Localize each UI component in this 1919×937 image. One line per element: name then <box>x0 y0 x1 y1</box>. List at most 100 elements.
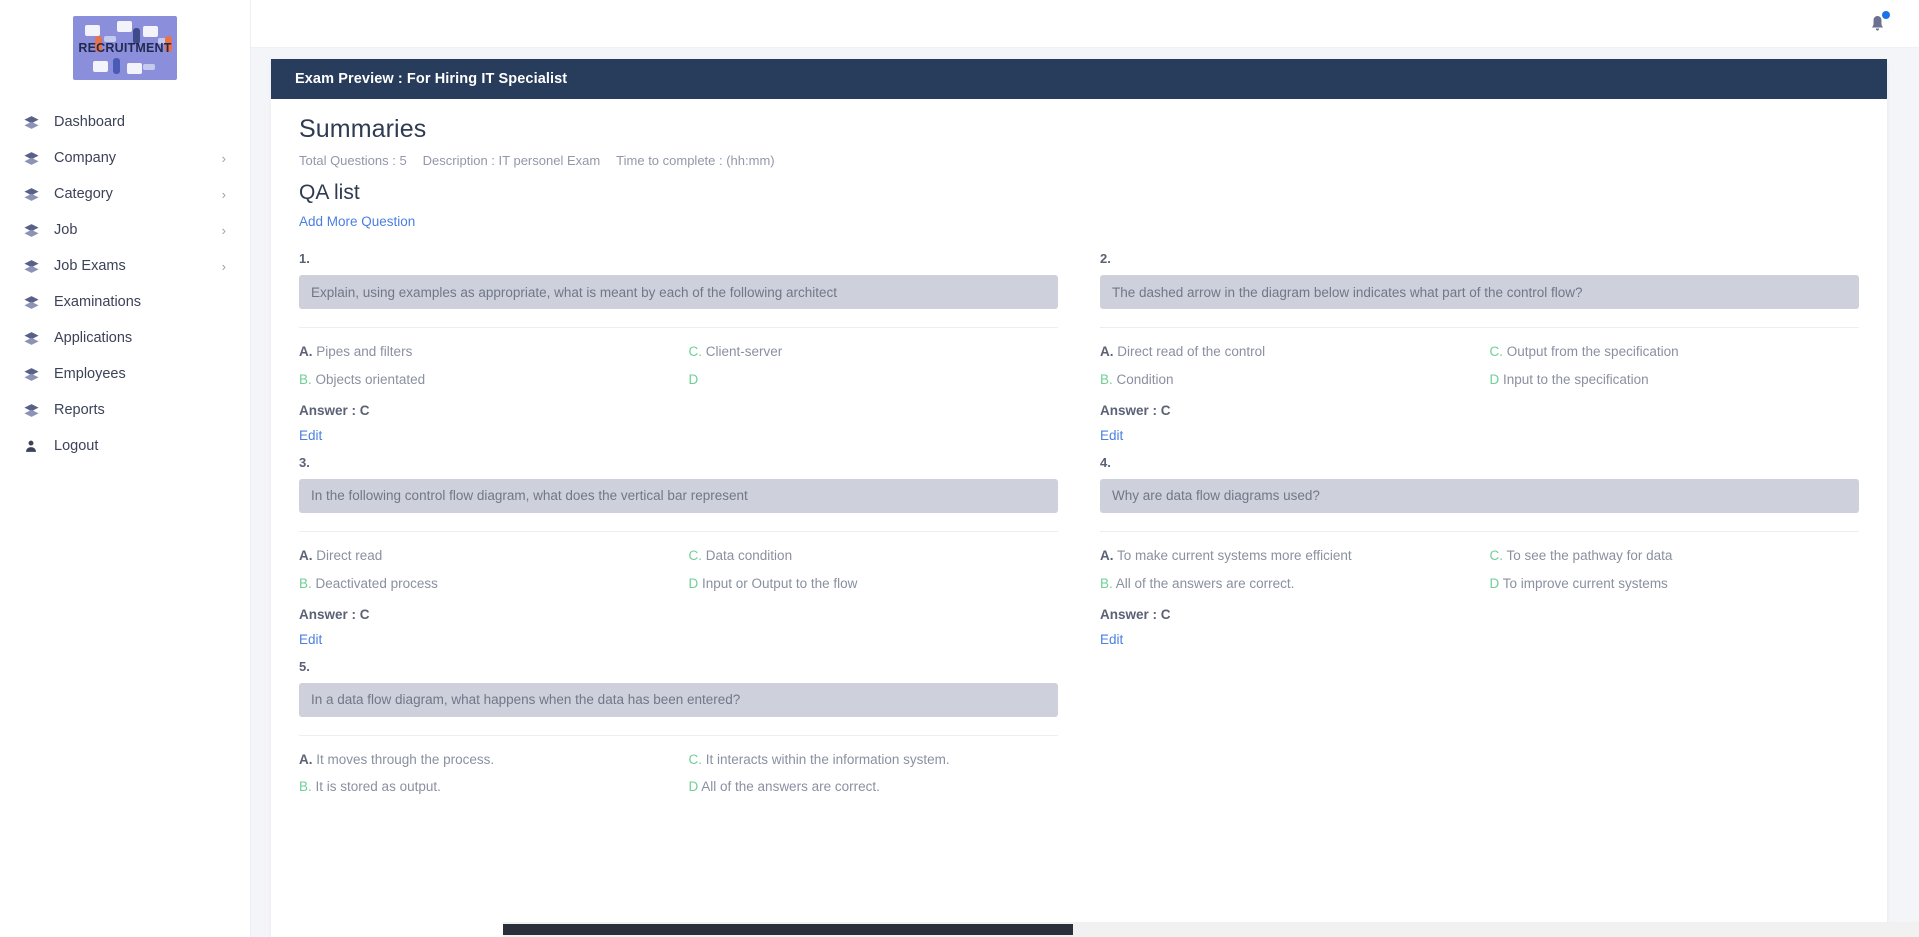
option-a[interactable]: A. It moves through the process. <box>299 752 669 769</box>
divider <box>1100 530 1859 532</box>
option-b[interactable]: B. Objects orientated <box>299 372 669 389</box>
option-key: D <box>688 779 699 795</box>
sidebar-item-logout[interactable]: Logout <box>0 428 250 464</box>
option-c[interactable]: C. Client-server <box>689 344 1059 361</box>
divider <box>299 734 1058 736</box>
notifications-button[interactable] <box>1865 10 1890 36</box>
option-d[interactable]: D Input to the specification <box>1490 372 1860 389</box>
stack-icon <box>22 257 40 275</box>
user-icon <box>22 437 40 455</box>
sidebar-item-applications[interactable]: Applications <box>0 320 250 356</box>
question-block: 2. A. Direct read of the control C. Outp… <box>1100 251 1859 455</box>
option-text: To see the pathway for data <box>1506 547 1673 563</box>
sidebar-item-examinations[interactable]: Examinations <box>0 284 250 320</box>
stack-icon <box>22 365 40 383</box>
sidebar-item-job[interactable]: Job › <box>0 212 250 248</box>
summaries-meta: Total Questions : 5 Description : IT per… <box>299 153 1859 168</box>
option-key: C. <box>688 547 703 563</box>
sidebar-item-employees[interactable]: Employees <box>0 356 250 392</box>
horizontal-scrollbar-thumb[interactable] <box>503 924 1073 935</box>
stack-icon <box>22 401 40 419</box>
content-scroll-area: Exam Preview : For Hiring IT Specialist … <box>251 48 1919 937</box>
divider <box>1100 327 1859 328</box>
sidebar-item-job-exams[interactable]: Job Exams › <box>0 248 250 284</box>
option-text: To make current systems more efficient <box>1117 547 1352 563</box>
main-area: Exam Preview : For Hiring IT Specialist … <box>251 0 1919 937</box>
option-key: A. <box>1100 344 1114 359</box>
sidebar: RECRUITMENT Dashboard Company › Category… <box>0 0 251 937</box>
edit-question-link[interactable]: Edit <box>299 632 322 647</box>
horizontal-scrollbar[interactable] <box>503 922 1919 937</box>
option-key: A. <box>299 344 313 359</box>
option-b[interactable]: B. Deactivated process <box>299 576 669 593</box>
option-text: All of the answers are correct. <box>1115 575 1295 591</box>
option-a[interactable]: A. Pipes and filters <box>299 344 669 361</box>
option-d[interactable]: D Input or Output to the flow <box>689 576 1059 593</box>
panel-header: Exam Preview : For Hiring IT Specialist <box>271 59 1887 99</box>
edit-question-link[interactable]: Edit <box>299 428 322 443</box>
option-text: It moves through the process. <box>316 751 495 767</box>
option-a[interactable]: A. Direct read of the control <box>1100 344 1470 361</box>
question-text-input[interactable] <box>299 275 1058 309</box>
option-key: B. <box>1100 575 1113 591</box>
option-key: C. <box>688 751 703 767</box>
option-text: Input to the specification <box>1503 371 1649 387</box>
question-text-input[interactable] <box>299 682 1058 717</box>
option-a[interactable]: A. Direct read <box>299 548 669 565</box>
grid-filler <box>1100 659 1859 839</box>
sidebar-item-company[interactable]: Company › <box>0 140 250 176</box>
question-text-input[interactable] <box>299 478 1058 513</box>
logo-card-decor <box>143 64 155 70</box>
options-grid: A. To make current systems more efficien… <box>1100 548 1859 593</box>
logo-card-decor <box>143 26 158 37</box>
option-key: D <box>1489 575 1500 591</box>
stack-icon <box>22 149 40 167</box>
option-text: Objects orientated <box>315 371 426 387</box>
option-b[interactable]: B. It is stored as output. <box>299 779 669 796</box>
exam-preview-panel: Exam Preview : For Hiring IT Specialist … <box>271 59 1887 937</box>
edit-question-link[interactable]: Edit <box>1100 632 1123 647</box>
notification-badge-dot <box>1882 10 1890 19</box>
option-d[interactable]: D To improve current systems <box>1490 576 1860 593</box>
option-c[interactable]: C. Data condition <box>689 548 1059 565</box>
sidebar-item-label: Examinations <box>54 294 142 310</box>
stack-icon <box>22 221 40 239</box>
recruitment-logo[interactable]: RECRUITMENT <box>73 16 177 80</box>
question-number: 4. <box>1100 454 1111 470</box>
option-d[interactable]: D All of the answers are correct. <box>689 779 1059 796</box>
stack-icon <box>22 113 40 131</box>
option-c[interactable]: C. To see the pathway for data <box>1490 548 1860 565</box>
divider <box>299 327 1058 328</box>
add-more-question-link[interactable]: Add More Question <box>299 214 415 229</box>
option-key: A. <box>1100 547 1114 563</box>
option-text: Direct read <box>316 547 383 563</box>
question-text-input[interactable] <box>1100 478 1859 513</box>
sidebar-item-label: Category <box>54 186 113 202</box>
option-text: It interacts within the information syst… <box>705 751 950 767</box>
option-key: C. <box>688 344 703 359</box>
chevron-right-icon: › <box>221 186 226 202</box>
option-d[interactable]: D <box>689 372 1059 389</box>
options-grid: A. Pipes and filters C. Client-server B.… <box>299 344 1058 389</box>
answer-text: Answer : C <box>1100 606 1171 622</box>
option-a[interactable]: A. To make current systems more efficien… <box>1100 548 1470 565</box>
chevron-right-icon: › <box>221 258 226 274</box>
sidebar-logo-wrap[interactable]: RECRUITMENT <box>0 0 250 98</box>
edit-question-link[interactable]: Edit <box>1100 428 1123 443</box>
option-b[interactable]: B. Condition <box>1100 372 1470 389</box>
option-c[interactable]: C. Output from the specification <box>1490 344 1860 361</box>
sidebar-item-dashboard[interactable]: Dashboard <box>0 104 250 140</box>
sidebar-item-reports[interactable]: Reports <box>0 392 250 428</box>
option-key: C. <box>1489 547 1504 563</box>
question-text-input[interactable] <box>1100 275 1859 309</box>
logo-card-decor <box>85 25 100 36</box>
question-block: 3. A. Direct read C. Data condition B. D… <box>299 455 1058 659</box>
total-questions-text: Total Questions : 5 <box>299 153 407 168</box>
logo-person-decor <box>113 58 120 74</box>
option-text: Deactivated process <box>315 575 438 591</box>
sidebar-item-category[interactable]: Category › <box>0 176 250 212</box>
option-b[interactable]: B. All of the answers are correct. <box>1100 576 1470 593</box>
option-c[interactable]: C. It interacts within the information s… <box>689 752 1059 769</box>
option-text: All of the answers are correct. <box>701 779 880 795</box>
qa-list-heading: QA list <box>299 181 360 204</box>
